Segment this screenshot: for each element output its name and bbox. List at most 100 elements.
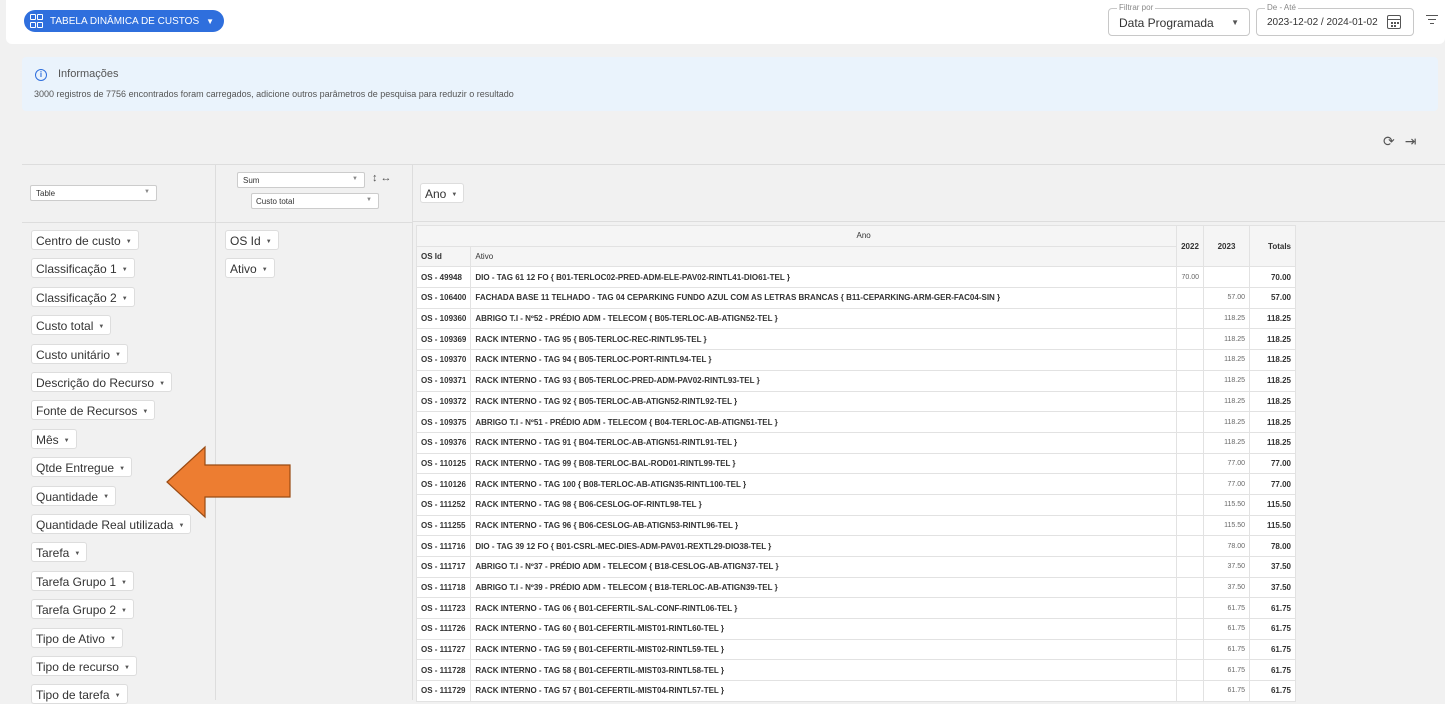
chevron-down-icon: ▼ [121, 295, 128, 302]
row-total-cell: 61.75 [1249, 680, 1296, 702]
attr-chip-label: Classificação 1 [36, 262, 117, 277]
table-row: OS - 110126 RACK INTERNO - TAG 100 { B08-… [415, 473, 1296, 495]
table-row: OS - 109371 RACK INTERNO - TAG 93 { B05-T… [415, 369, 1296, 392]
attr-chip-label: Centro de custo [36, 234, 121, 248]
row-total-cell: 118.25 [1249, 307, 1296, 330]
filter-by-select[interactable]: Filtrar por Data Programada ▼ [1108, 3, 1250, 36]
attr-chip[interactable]: Classificação 2 ▼ [31, 286, 135, 307]
os-id-cell: OS - 109375 [415, 411, 472, 433]
year-2023-cell: 61.75 [1203, 680, 1250, 702]
ativo-cell: RACK INTERNO - TAG 59 { B01-CEFERTIL-MIS… [470, 638, 1177, 661]
attr-chip[interactable]: Tipo de tarefa ▼ [31, 684, 128, 704]
calendar-icon[interactable] [1387, 15, 1401, 29]
chevron-down-icon: ▼ [125, 238, 132, 245]
year-2023-cell: 118.25 [1203, 369, 1250, 392]
year-2023-cell: 61.75 [1203, 597, 1250, 620]
year-2022-cell [1176, 493, 1204, 516]
attr-chip[interactable]: Qtde Entregue ▼ [31, 457, 133, 478]
row-total-cell: 118.25 [1249, 390, 1296, 413]
table-row: OS - 109372 RACK INTERNO - TAG 92 { B05-T… [415, 390, 1296, 413]
year-2023-cell: 118.25 [1203, 390, 1250, 413]
os-id-cell: OS - 109370 [415, 349, 472, 371]
year-2022-cell [1176, 452, 1204, 475]
year-2023-cell: 78.00 [1203, 535, 1250, 557]
ativo-cell: RACK INTERNO - TAG 98 { B06-CESLOG-OF-RI… [470, 493, 1177, 516]
aggregator-select[interactable]: Sum ▼ [237, 172, 365, 188]
ativo-cell: RACK INTERNO - TAG 96 { B06-CESLOG-AB-AT… [470, 514, 1177, 537]
year-2022-cell [1176, 411, 1204, 433]
attr-chip[interactable]: Tipo de recurso ▼ [31, 656, 137, 676]
refresh-icon[interactable]: ⟳ [1383, 134, 1395, 148]
col-attr-header: Ano [852, 225, 1177, 247]
ativo-cell: RACK INTERNO - TAG 58 { B01-CEFERTIL-MIS… [470, 659, 1177, 682]
row-attr-chip[interactable]: Ativo ▼ [225, 258, 275, 278]
attr-chip[interactable]: Classificação 1 ▼ [31, 258, 135, 279]
chevron-down-icon: ▼ [206, 16, 215, 26]
attr-chip[interactable]: Tipo de Ativo ▼ [31, 627, 123, 648]
row-total-cell: 118.25 [1249, 411, 1296, 433]
os-id-cell: OS - 111255 [415, 514, 472, 537]
attr-chip[interactable]: Centro de custo ▼ [31, 230, 139, 250]
os-id-cell: OS - 111728 [415, 659, 472, 682]
year-2022-cell: 70.00 [1176, 266, 1204, 289]
attr-chip[interactable]: Tarefa Grupo 1 ▼ [31, 570, 134, 591]
info-icon: i [35, 69, 47, 81]
pivot-table: Ano 2022 2023 Totals OS Id Ativo OS - 49… [415, 224, 1296, 702]
sort-order-icons[interactable]: ↕ ↔ [372, 172, 392, 184]
year-2022-cell [1176, 638, 1204, 661]
renderer-select[interactable]: Table ▼ [30, 185, 157, 201]
table-row: OS - 111717 ABRIGO T.I - Nº37 - PRÉDIO AD… [415, 556, 1296, 578]
table-row: OS - 110125 RACK INTERNO - TAG 99 { B08-T… [415, 452, 1296, 475]
export-icon[interactable]: ⇥ [1405, 134, 1417, 148]
date-range-field[interactable]: De - Até 2023-12-02 / 2024-01-02 [1256, 3, 1414, 36]
os-id-cell: OS - 110126 [415, 473, 472, 495]
ativo-cell: ABRIGO T.I - Nº37 - PRÉDIO ADM - TELECOM… [470, 556, 1177, 578]
os-id-cell: OS - 111727 [415, 638, 472, 661]
os-id-cell: OS - 111723 [415, 597, 472, 620]
chevron-down-icon: ▼ [265, 238, 272, 245]
dynamic-table-menu-button[interactable]: TABELA DINÂMICA DE CUSTOS ▼ [24, 10, 225, 32]
year-2023-cell: 118.25 [1203, 328, 1250, 351]
attr-chip[interactable]: Mês ▼ [31, 428, 77, 449]
attr-chip[interactable]: Descrição do Recurso ▼ [31, 372, 173, 392]
ativo-cell: RACK INTERNO - TAG 92 { B05-TERLOC-AB-AT… [470, 390, 1177, 413]
pivot-tools: ⟳ ⇥ [1383, 134, 1416, 148]
attr-chip[interactable]: Tarefa ▼ [31, 542, 88, 563]
info-message: 3000 registros de 7756 encontrados foram… [34, 89, 514, 99]
year-2022-cell [1176, 473, 1204, 495]
table-row: OS - 111718 ABRIGO T.I - Nº39 - PRÉDIO AD… [415, 576, 1296, 599]
chevron-down-icon: ▼ [366, 197, 372, 203]
row-total-cell: 37.50 [1249, 556, 1296, 578]
chevron-down-icon: ▼ [142, 409, 149, 416]
year-2022-cell [1176, 431, 1204, 454]
ativo-cell: ABRIGO T.I - Nº39 - PRÉDIO ADM - TELECOM… [470, 576, 1177, 599]
row-total-cell: 78.00 [1249, 535, 1296, 557]
filter-by-label: Filtrar por [1117, 3, 1156, 12]
year-2022-cell [1176, 369, 1204, 392]
os-id-cell: OS - 110125 [415, 452, 472, 475]
attr-chip[interactable]: Quantidade ▼ [31, 485, 117, 506]
year-2022-cell [1176, 556, 1204, 578]
row-attr-chip[interactable]: OS Id ▼ [225, 230, 279, 250]
attr-chip[interactable]: Fonte de Recursos ▼ [31, 400, 156, 421]
col-attr-chip[interactable]: Ano ▼ [420, 183, 465, 203]
attr-chip-label: Tipo de tarefa [36, 688, 110, 703]
renderer-value: Table [36, 189, 56, 198]
chevron-down-icon: ▼ [178, 522, 185, 529]
table-row: OS - 109369 RACK INTERNO - TAG 95 { B05-T… [415, 328, 1296, 351]
os-id-cell: OS - 111716 [415, 535, 472, 557]
aggregator-field-select[interactable]: Custo total ▼ [251, 193, 379, 209]
filter-list-icon[interactable] [1426, 15, 1438, 25]
table-row: OS - 111255 RACK INTERNO - TAG 96 { B06-C… [415, 514, 1296, 537]
chevron-down-icon: ▼ [123, 664, 130, 671]
chevron-down-icon: ▼ [159, 380, 166, 387]
attr-chip[interactable]: Tarefa Grupo 2 ▼ [31, 599, 134, 620]
chevron-down-icon: ▼ [121, 267, 128, 274]
attr-chip[interactable]: Custo total ▼ [31, 315, 112, 336]
year-2022-cell [1176, 535, 1204, 557]
attr-chip[interactable]: Custo unitário ▼ [31, 343, 128, 364]
year-2023-cell [1203, 266, 1250, 289]
chevron-down-icon: ▼ [74, 551, 81, 558]
row-attr-label: OS Id [230, 234, 261, 248]
chevron-down-icon: ▼ [121, 608, 127, 615]
